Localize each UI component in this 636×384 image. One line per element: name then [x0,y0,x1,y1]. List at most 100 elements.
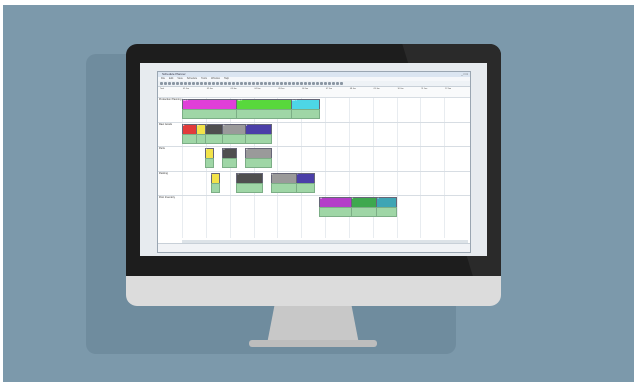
schedule-bar-progress[interactable] [182,109,238,119]
schedule-bar-progress[interactable] [204,158,215,168]
toolbar-button-icon[interactable] [264,82,267,85]
toolbar-button-icon[interactable] [256,82,259,85]
schedule-bar-label: Job 3 [291,100,297,102]
toolbar-button-icon[interactable] [216,82,219,85]
menu-item[interactable]: Help [224,77,229,81]
row-separator [158,97,470,98]
schedule-bar-progress[interactable] [244,158,272,168]
schedule-grid: Production Planning Raw Goods Parts Packing… [158,97,470,238]
column-header: 01 Jan [183,88,190,90]
toolbar-button-icon[interactable] [260,82,263,85]
toolbar-button-icon[interactable] [296,82,299,85]
schedule-bar-label: O [377,198,380,200]
schedule-bar-label: E [245,124,248,127]
toolbar-button-icon[interactable] [280,82,283,85]
toolbar-button-icon[interactable] [236,82,239,85]
row-label: Post Inventory [159,196,175,199]
toolbar-button-icon[interactable] [312,82,315,85]
toolbar-button-icon[interactable] [212,82,215,85]
menu-item[interactable]: Schedule [187,77,197,81]
row-label: Parts [159,147,165,150]
toolbar-button-icon[interactable] [324,82,327,85]
toolbar-button-icon[interactable] [268,82,271,85]
toolbar-button-icon[interactable] [252,82,255,85]
schedule-bar-label: C [205,124,208,127]
column-header: 06 Jan [302,88,309,90]
menu-item[interactable]: Window [211,77,220,81]
schedule-bar-progress[interactable] [222,158,238,168]
monitor-chin [126,276,501,306]
column-header: 02 Jan [206,88,213,90]
toolbar-button-icon[interactable] [340,82,343,85]
toolbar-button-icon[interactable] [192,82,195,85]
toolbar-button-icon[interactable] [244,82,247,85]
toolbar-button-icon[interactable] [204,82,207,85]
toolbar-button-icon[interactable] [276,82,279,85]
schedule-bar-progress[interactable] [290,109,321,119]
menu-item[interactable]: View [177,77,182,81]
toolbar-button-icon[interactable] [168,82,171,85]
schedule-bar-label: J [237,173,239,176]
row-label: Production Planning [159,98,182,101]
toolbar-button-icon[interactable] [300,82,303,85]
row-label: Packing [159,171,168,175]
toolbar-button-icon[interactable] [316,82,319,85]
toolbar-button-icon[interactable] [172,82,175,85]
toolbar-button-icon[interactable] [292,82,295,85]
schedule-bar-progress[interactable] [210,182,221,193]
column-header: 07 Jan [326,88,333,90]
toolbar-button-icon[interactable] [160,82,163,85]
menu-item[interactable]: Edit [169,77,173,81]
menu-item[interactable]: Tools [201,77,207,81]
column-header: 12 Jan [445,88,452,90]
toolbar-button-icon[interactable] [320,82,323,85]
schedule-bar-progress[interactable] [296,182,315,193]
row-separator [158,146,470,147]
toolbar-button-icon[interactable] [272,82,275,85]
toolbar-button-icon[interactable] [336,82,339,85]
column-header: 08 Jan [349,88,356,90]
schedule-bar-progress[interactable] [182,133,198,144]
toolbar-button-icon[interactable] [224,82,227,85]
toolbar-button-icon[interactable] [188,82,191,85]
schedule-bar-label: L [297,173,299,176]
window-controls[interactable]: _ □ × [461,72,468,77]
toolbar-button-icon[interactable] [304,82,307,85]
schedule-bar-label: H [245,149,248,151]
schedule-bar-progress[interactable] [319,207,352,217]
toolbar-button-icon[interactable] [248,82,251,85]
toolbar-button-icon[interactable] [180,82,183,85]
screen: Schedule Planner _ □ × File Edit View Sched… [140,63,487,256]
toolbar-button-icon[interactable] [232,82,235,85]
toolbar-button-icon[interactable] [196,82,199,85]
schedule-bar-progress[interactable] [236,109,292,119]
toolbar-button-icon[interactable] [288,82,291,85]
toolbar-button-icon[interactable] [164,82,167,85]
menu-item[interactable]: File [161,77,165,81]
schedule-bar-label: M [320,198,322,200]
toolbar-button-icon[interactable] [240,82,243,85]
schedule-bar-progress[interactable] [376,207,398,217]
toolbar-button-icon[interactable] [208,82,211,85]
schedule-bar-label: I [211,173,213,176]
schedule-bar-progress[interactable] [270,182,298,193]
schedule-bar-label: G [223,149,225,151]
toolbar-button-icon[interactable] [228,82,231,85]
toolbar-button-icon[interactable] [220,82,223,85]
toolbar-button-icon[interactable] [328,82,331,85]
schedule-bar-label: N [351,198,354,200]
schedule-bar-progress[interactable] [244,133,272,144]
toolbar-button-icon[interactable] [176,82,179,85]
window-title: Schedule Planner [162,72,186,76]
toolbar-button-icon[interactable] [184,82,187,85]
schedule-bar-progress[interactable] [204,133,224,144]
schedule-bar-progress[interactable] [222,133,246,144]
toolbar-button-icon[interactable] [308,82,311,85]
toolbar-button-icon[interactable] [284,82,287,85]
toolbar-button-icon[interactable] [200,82,203,85]
row-label: Raw Goods [159,122,173,126]
schedule-bar-label: K [271,173,273,176]
schedule-bar-progress[interactable] [236,182,264,193]
schedule-bar-progress[interactable] [350,207,378,217]
toolbar-button-icon[interactable] [332,82,335,85]
